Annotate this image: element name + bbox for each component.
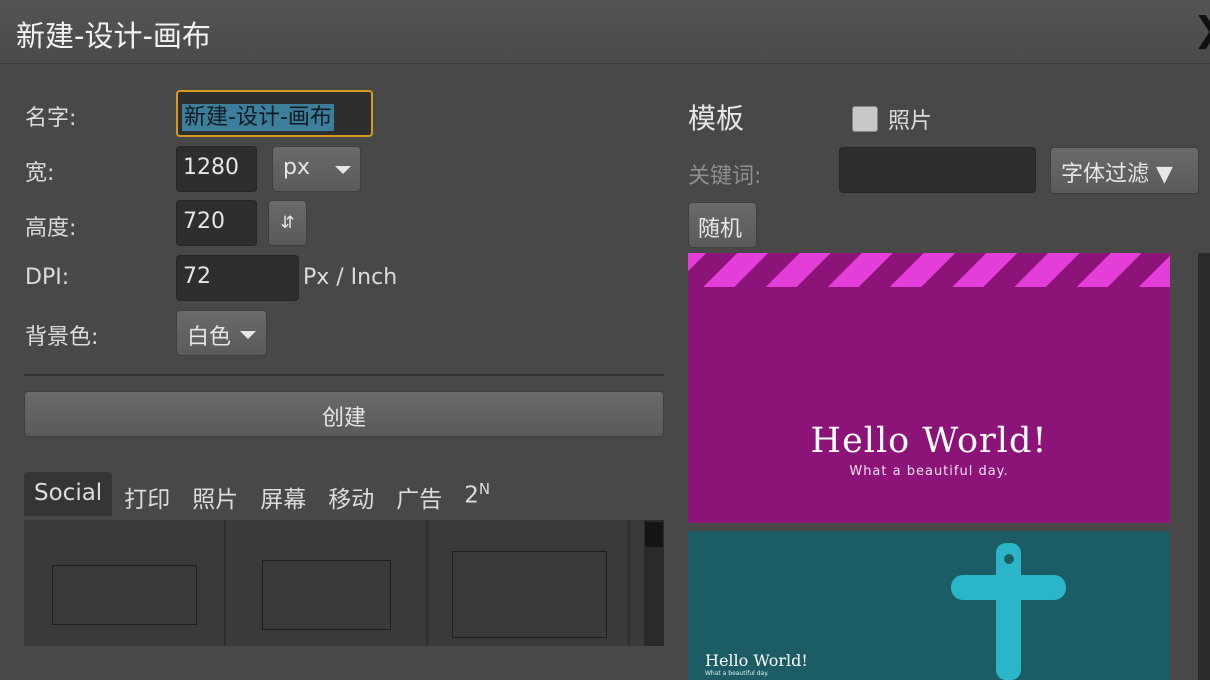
tab-photo[interactable]: 照片 [182,472,248,516]
stripe-banner [688,253,1170,287]
template-list: Hello World! What a beautiful day. Hello… [688,253,1170,680]
name-input-value: 新建-设计-画布 [182,104,334,131]
photo-checkbox[interactable] [852,106,878,132]
photo-checkbox-label: 照片 [888,109,933,134]
tab-power-of-two-base: 2 [464,482,479,509]
keyword-label: 关键词: [688,164,762,189]
width-input[interactable]: 1280 [176,146,257,192]
preset-item[interactable] [428,520,630,646]
category-tabs: Social 打印 照片 屏幕 移动 广告 2N [24,472,502,516]
tab-power-of-two-exponent: N [478,480,491,498]
preset-scrollbar[interactable] [644,520,664,646]
close-icon[interactable]: ❯ [1193,10,1210,50]
random-button[interactable]: 随机 [688,202,757,248]
name-input[interactable]: 新建-设计-画布 [176,90,373,137]
height-label: 高度: [25,216,77,241]
keyword-input[interactable] [839,147,1036,193]
dpi-input[interactable]: 72 [176,255,299,301]
dialog-title: 新建-设计-画布 [16,19,211,53]
template-heading: Hello World! [705,651,808,670]
template-card[interactable]: Hello World! What a beautiful day. [688,253,1170,523]
divider [24,374,664,376]
dpi-unit-label: Px / Inch [303,265,398,290]
name-label: 名字: [25,106,77,131]
template-scrollbar[interactable] [1198,253,1210,680]
preset-preview [452,551,607,638]
title-bar: 新建-设计-画布 ❯ [0,0,1210,64]
preset-item[interactable] [24,520,226,646]
templates-title: 模板 [688,102,745,135]
template-subheading: What a beautiful day. [849,464,1009,479]
template-subheading: What a beautiful day. [705,670,769,677]
preset-preview [52,565,197,625]
tab-screen[interactable]: 屏幕 [250,472,316,516]
background-color-value: 白色 [187,325,232,350]
tab-social[interactable]: Social [24,472,113,516]
unit-dropdown-value: px [283,155,310,180]
height-input[interactable]: 720 [176,200,257,246]
tab-print[interactable]: 打印 [114,472,180,516]
preset-item[interactable] [226,520,428,646]
template-heading: Hello World! [810,421,1048,461]
preset-preview [262,560,391,630]
swap-dimensions-button[interactable]: ⇵ [268,200,307,246]
tab-power-of-two[interactable]: 2N [454,472,500,516]
create-button[interactable]: 创建 [24,391,664,437]
font-filter-dropdown[interactable]: 字体过滤 ▼ [1050,147,1199,194]
swap-icon: ⇵ [280,213,295,233]
background-color-label: 背景色: [25,325,99,350]
dpi-label: DPI: [25,265,70,290]
tab-ads[interactable]: 广告 [386,472,452,516]
background-color-dropdown[interactable]: 白色 [176,310,267,356]
template-card[interactable]: Hello World! What a beautiful day. [688,531,1170,680]
unit-dropdown[interactable]: px [272,146,361,192]
preset-grid [24,520,664,646]
chevron-down-icon [240,331,256,339]
preset-scrollbar-thumb[interactable] [645,522,663,547]
width-label: 宽: [25,161,55,186]
tab-mobile[interactable]: 移动 [318,472,384,516]
chevron-down-icon [335,166,351,174]
